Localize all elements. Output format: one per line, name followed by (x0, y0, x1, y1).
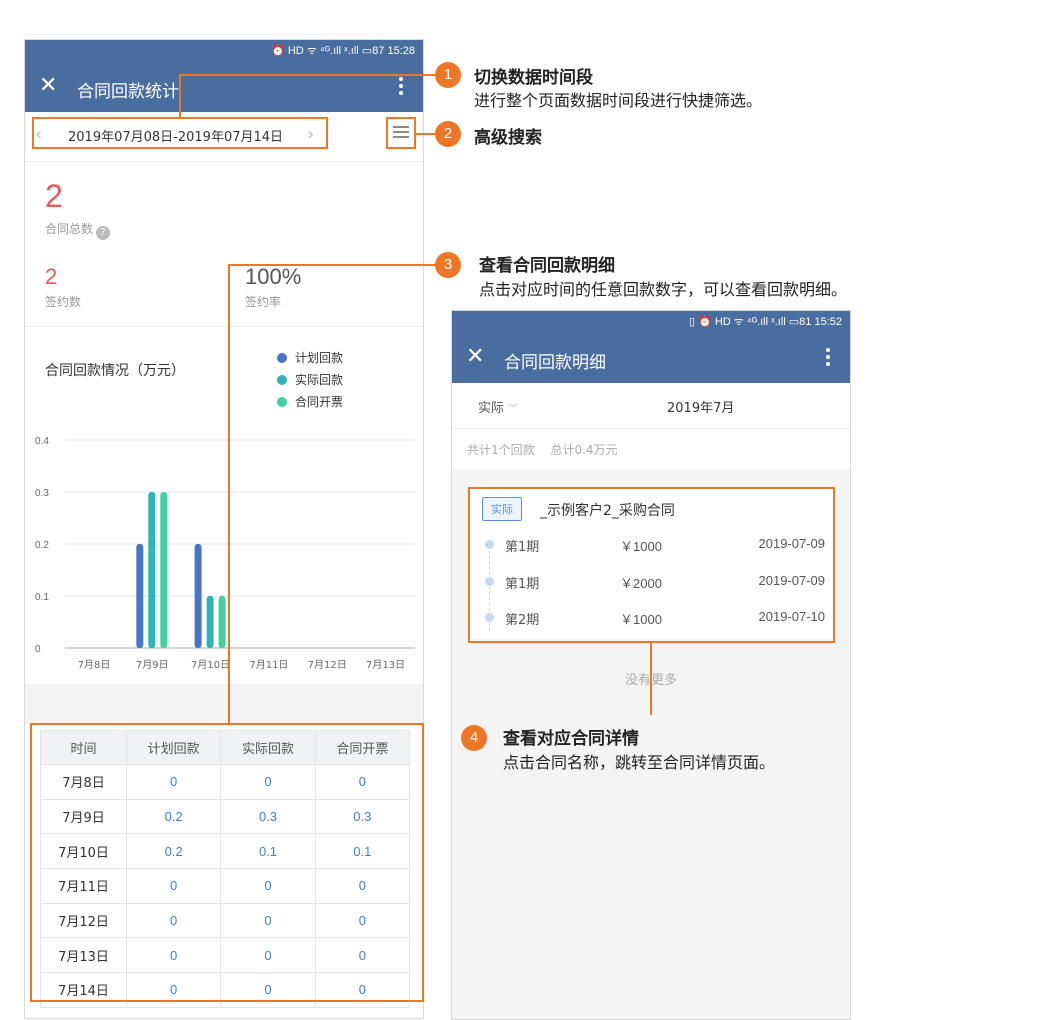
callout-title: 查看对应合同详情 (503, 729, 639, 749)
highlight-contract-card (468, 487, 835, 643)
x-tick-label: 7月10日 (191, 659, 230, 671)
status-bar: ▯ ⏰ HD ᯤ ⁴ᴳ.ıll ˣ.ıll ▭81 15:52 (452, 311, 850, 333)
callout-title: 切换数据时间段 (474, 68, 593, 88)
callout-number: 3 (435, 252, 461, 278)
x-tick-label: 7月13日 (366, 659, 405, 671)
section-gap (25, 684, 423, 724)
chevron-down-icon: ﹀ (508, 404, 519, 415)
type-dropdown-value: 实际 (478, 401, 505, 416)
help-icon[interactable]: ? (96, 226, 111, 240)
summary-total: 总计0.4万元 (550, 443, 618, 457)
callout-title: 查看合同回款明细 (479, 256, 615, 276)
y-tick-label: 0 (35, 644, 41, 655)
highlight-date-range (32, 117, 328, 149)
connector-line (416, 133, 436, 135)
highlight-advanced-search (386, 117, 416, 149)
x-tick-label: 7月12日 (308, 659, 347, 671)
y-tick-label: 0.1 (35, 592, 49, 603)
legend-dot-icon (277, 397, 287, 407)
sign-rate-value: 100% (245, 264, 302, 289)
legend-label: 计划回款 (295, 351, 344, 365)
bar (206, 596, 214, 648)
callout-description: 点击对应时间的任意回款数字，可以查看回款明细。 (479, 280, 848, 299)
close-icon[interactable]: ✕ (39, 74, 57, 98)
app-bar: ✕ 合同回款统计 (25, 62, 423, 112)
app-bar: ✕ 合同回款明细 (452, 333, 850, 383)
connector-line (179, 74, 181, 119)
chart-title: 合同回款情况（万元） (45, 363, 185, 379)
callout-number: 4 (461, 725, 487, 751)
more-menu-icon[interactable] (816, 346, 840, 370)
callout-number: 1 (435, 62, 461, 88)
legend-item[interactable]: 合同开票 (277, 391, 343, 413)
month-selector[interactable]: 2019年7月 (667, 397, 734, 416)
connector-line (179, 74, 435, 76)
signed-count-label: 签约数 (45, 295, 82, 309)
signed-count-value: 2 (45, 264, 58, 289)
bar (148, 492, 156, 648)
legend-item[interactable]: 计划回款 (277, 347, 343, 369)
type-dropdown[interactable]: 实际 ﹀ (478, 397, 518, 416)
bar (160, 492, 168, 648)
total-contracts-label: 合同总数? (45, 220, 111, 240)
total-contracts-label-text: 合同总数 (45, 222, 94, 236)
y-tick-label: 0.3 (35, 488, 49, 499)
x-tick-label: 7月11日 (249, 659, 288, 671)
legend-dot-icon (277, 353, 287, 363)
bar (194, 544, 202, 648)
bar (136, 544, 144, 648)
summary-count: 共计1个回款 (467, 443, 535, 457)
legend-label: 实际回款 (295, 373, 344, 387)
callout-title: 高级搜索 (474, 128, 542, 148)
callout-description: 进行整个页面数据时间段进行快捷筛选。 (474, 91, 763, 110)
callout-description: 点击合同名称，跳转至合同详情页面。 (503, 753, 776, 772)
bar (218, 596, 226, 648)
total-contracts-value: 2 (45, 178, 63, 214)
legend-dot-icon (277, 375, 287, 385)
connector-line (228, 264, 230, 725)
callout-number: 2 (435, 121, 461, 147)
connector-line (650, 643, 652, 715)
connector-line (228, 264, 436, 266)
sign-rate-label: 签约率 (245, 295, 282, 309)
payment-bar-chart: 0 0.1 0.2 0.3 0.4 7月8日 7月9日 7月10日 7月11日 7月12日 7月13… (35, 436, 415, 671)
detail-filter-row: 实际 ﹀ 2019年7月 (452, 383, 850, 429)
highlight-table (30, 723, 424, 1002)
status-bar: ⏰ HD ᯤ ⁴ᴳ.ıll ˣ.ıll ▭87 15:28 (25, 40, 423, 62)
more-menu-icon[interactable] (389, 75, 413, 99)
divider (25, 326, 423, 327)
chart-legend: 计划回款 实际回款 合同开票 (277, 347, 343, 413)
y-tick-label: 0.4 (35, 436, 49, 447)
x-tick-label: 7月8日 (78, 659, 111, 671)
summary-bar: 共计1个回款 总计0.4万元 (452, 429, 850, 469)
y-tick-label: 0.2 (35, 540, 49, 551)
legend-label: 合同开票 (295, 395, 344, 409)
page-title: 合同回款统计 (77, 82, 179, 102)
legend-item[interactable]: 实际回款 (277, 369, 343, 391)
close-icon[interactable]: ✕ (466, 345, 484, 369)
x-tick-label: 7月9日 (136, 659, 169, 671)
page-title: 合同回款明细 (504, 353, 606, 373)
